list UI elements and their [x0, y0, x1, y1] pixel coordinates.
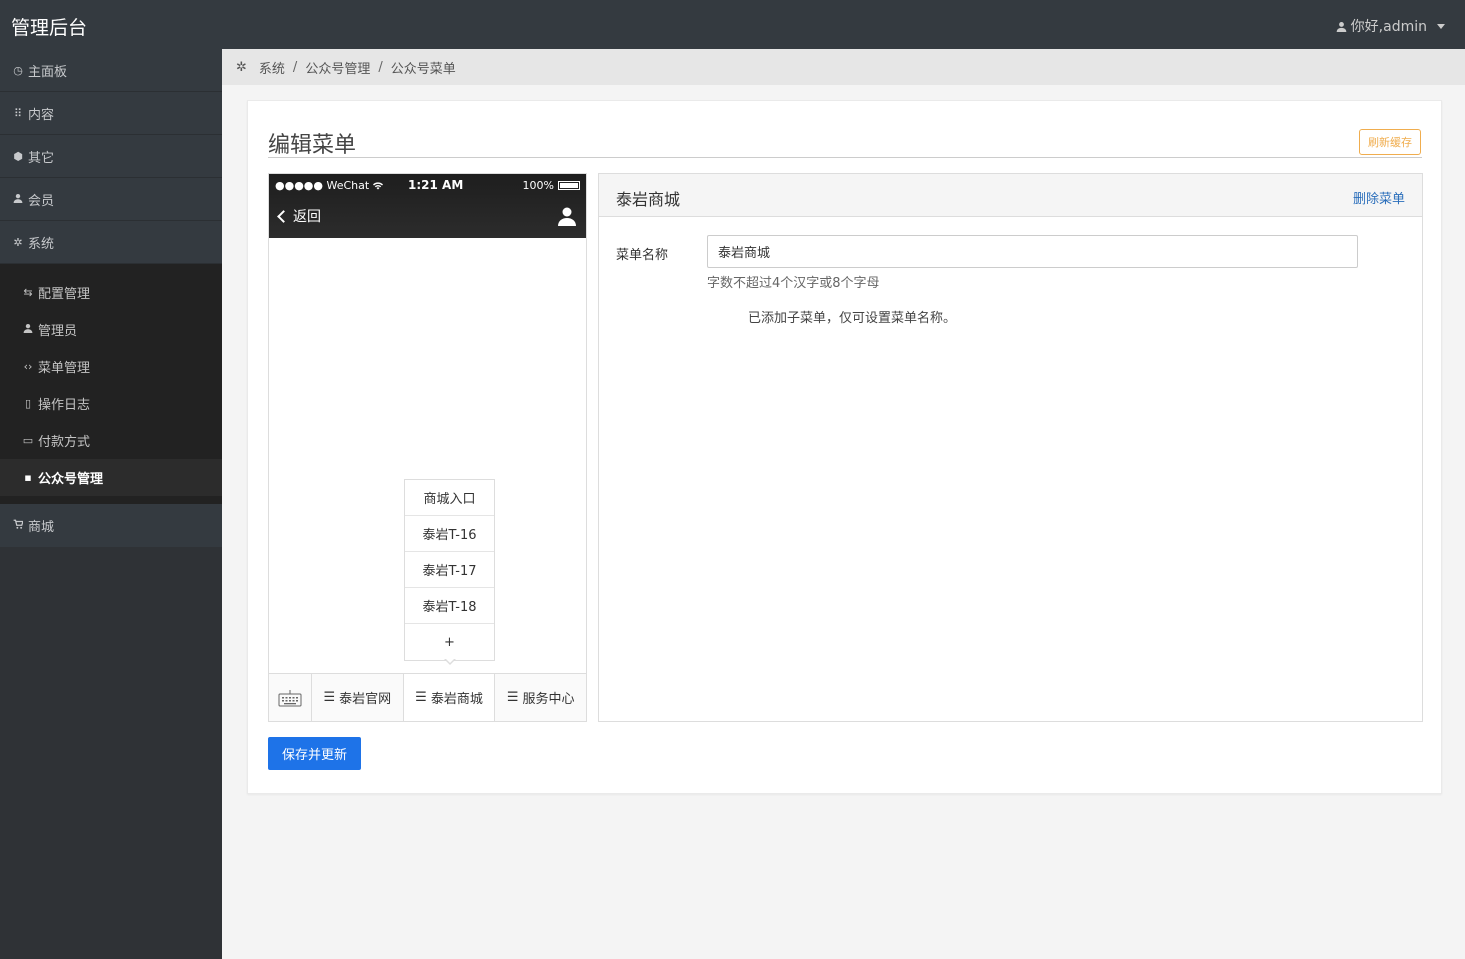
top-navbar: 管理后台 你好,admin [0, 0, 1465, 49]
sidebar-item-shop[interactable]: 商城 [0, 504, 222, 547]
sidebar-item-menu-management[interactable]: ‹› 菜单管理 [0, 348, 222, 385]
breadcrumb-separator: / [292, 59, 298, 75]
menu-tabbar: ☰ 泰岩官网 ☰ 泰岩商城 ☰ 服务中心 [269, 673, 586, 721]
sidebar-item-label: 操作日志 [38, 398, 91, 413]
box-icon: ⬢ [13, 149, 23, 163]
sidebar-item-config[interactable]: ⇆ 配置管理 [0, 274, 222, 311]
breadcrumb-item-current: 公众号菜单 [390, 61, 456, 77]
sidebar-item-label: 公众号管理 [38, 472, 104, 487]
add-submenu-button[interactable]: + [405, 624, 494, 660]
breadcrumb-item[interactable]: 系统 [259, 58, 285, 77]
sidebar-item-label: 主面板 [28, 64, 68, 80]
sidebar-item-wechat[interactable]: ▪ 公众号管理 [0, 459, 222, 496]
save-and-update-button[interactable]: 保存并更新 [268, 737, 361, 770]
submenu-item[interactable]: 泰岩T-17 [405, 552, 494, 588]
submenu-notice: 已添加子菜单，仅可设置菜单名称。 [748, 311, 957, 326]
page-title: 编辑菜单 [268, 133, 357, 158]
phone-preview: ●●●●● WeChat 1:21 AM 100% 返回 商城入口 泰岩T-16… [268, 173, 587, 722]
sidebar-item-label: 菜单管理 [38, 361, 91, 376]
status-bar: ●●●●● WeChat 1:21 AM 100% [275, 178, 580, 192]
menu-tab-label: 服务中心 [522, 692, 575, 707]
chat-icon: ▪ [24, 471, 32, 484]
gear-icon: ✲ [13, 235, 23, 249]
clipboard-icon: ▯ [24, 397, 32, 410]
code-icon: ‹› [23, 360, 33, 373]
app-title[interactable]: 管理后台 [11, 13, 87, 40]
sidebar-item-system[interactable]: ✲ 系统 [0, 221, 222, 264]
gear-icon: ✲ [236, 59, 247, 75]
menu-tab-official-site[interactable]: ☰ 泰岩官网 [312, 674, 404, 721]
menu-name-label: 菜单名称 [616, 248, 669, 263]
menu-name-hint: 字数不超过4个汉字或8个字母 [707, 276, 880, 291]
menu-icon: ☰ [323, 690, 336, 705]
sidebar-item-label: 会员 [28, 193, 55, 209]
user-greeting: 你好,admin [1350, 19, 1427, 35]
title-divider [268, 157, 1422, 158]
cart-icon [12, 519, 24, 532]
phone-header: ●●●●● WeChat 1:21 AM 100% 返回 [269, 174, 586, 238]
menu-editor-panel: 泰岩商城 删除菜单 菜单名称 字数不超过4个汉字或8个字母 已添加子菜单，仅可设… [598, 173, 1423, 722]
main-card: 编辑菜单 刷新缓存 ●●●●● WeChat 1:21 AM 100% 返回 商… [247, 100, 1442, 794]
user-dropdown[interactable]: 你好,admin [1336, 16, 1445, 36]
sidebar-item-label: 配置管理 [38, 287, 91, 302]
profile-icon[interactable] [557, 206, 577, 226]
sidebar-item-logs[interactable]: ▯ 操作日志 [0, 385, 222, 422]
credit-card-icon: ▭ [22, 434, 34, 447]
grid-icon: ⠿ [13, 106, 23, 120]
sidebar-item-admins[interactable]: 管理员 [0, 311, 222, 348]
keyboard-icon[interactable] [269, 674, 312, 721]
sidebar-item-label: 商城 [28, 520, 55, 535]
submenu-list: 商城入口 泰岩T-16 泰岩T-17 泰岩T-18 + [404, 479, 495, 661]
battery-icon [558, 180, 580, 190]
back-label: 返回 [293, 209, 321, 225]
sidebar-item-dashboard[interactable]: ◷ 主面板 [0, 49, 222, 92]
user-icon [22, 323, 34, 336]
sliders-icon: ⇆ [23, 286, 33, 299]
sidebar-item-content[interactable]: ⠿ 内容 [0, 92, 222, 135]
menu-tab-shop[interactable]: ☰ 泰岩商城 [403, 674, 496, 721]
sidebar-item-label: 管理员 [38, 324, 78, 339]
system-submenu: ⇆ 配置管理 管理员 ‹› 菜单管理 ▯ 操作日志 ▭ 付款方式 ▪ 公众号管理 [0, 264, 222, 504]
sidebar-item-other[interactable]: ⬢ 其它 [0, 135, 222, 178]
submenu-item[interactable]: 泰岩T-18 [405, 588, 494, 624]
breadcrumb-item[interactable]: 公众号管理 [305, 58, 370, 77]
sidebar-item-payment[interactable]: ▭ 付款方式 [0, 422, 222, 459]
submenu-item[interactable]: 泰岩T-16 [405, 516, 494, 552]
menu-tab-service[interactable]: ☰ 服务中心 [495, 674, 586, 721]
wifi-icon [373, 181, 384, 189]
menu-icon: ☰ [415, 690, 427, 705]
submenu-item[interactable]: 商城入口 [405, 480, 494, 516]
sidebar-item-label: 系统 [28, 236, 55, 252]
menu-name-input[interactable] [707, 235, 1358, 268]
battery-percent: 100% [522, 178, 554, 192]
sidebar: ◷ 主面板 ⠿ 内容 ⬢ 其它 会员 ✲ 系统 ⇆ 配置管理 管理员 ‹› 菜单… [0, 49, 222, 959]
breadcrumb: ✲ 系统 / 公众号管理 / 公众号菜单 [222, 49, 1465, 85]
refresh-cache-button[interactable]: 刷新缓存 [1359, 129, 1421, 155]
menu-tab-label: 泰岩官网 [339, 692, 392, 707]
menu-tab-label: 泰岩商城 [430, 692, 483, 707]
sidebar-item-label: 付款方式 [38, 435, 91, 450]
breadcrumb-separator: / [378, 59, 383, 75]
dashboard-icon: ◷ [13, 63, 23, 77]
caret-down-icon [1437, 23, 1445, 29]
sidebar-item-label: 其它 [28, 150, 55, 166]
editor-title: 泰岩商城 [616, 190, 681, 209]
status-time: 1:21 AM [408, 178, 464, 192]
submenu-pointer-inner [445, 658, 455, 663]
sidebar-item-members[interactable]: 会员 [0, 178, 222, 221]
back-button[interactable]: 返回 [277, 206, 321, 226]
chevron-left-icon [277, 209, 290, 223]
delete-menu-link[interactable]: 删除菜单 [1353, 188, 1405, 207]
menu-icon: ☰ [506, 690, 519, 705]
editor-header: 泰岩商城 删除菜单 [599, 174, 1422, 217]
user-icon [1336, 21, 1346, 32]
carrier-label: ●●●●● WeChat [275, 178, 370, 192]
user-icon [12, 193, 24, 206]
sidebar-item-label: 内容 [28, 107, 55, 123]
